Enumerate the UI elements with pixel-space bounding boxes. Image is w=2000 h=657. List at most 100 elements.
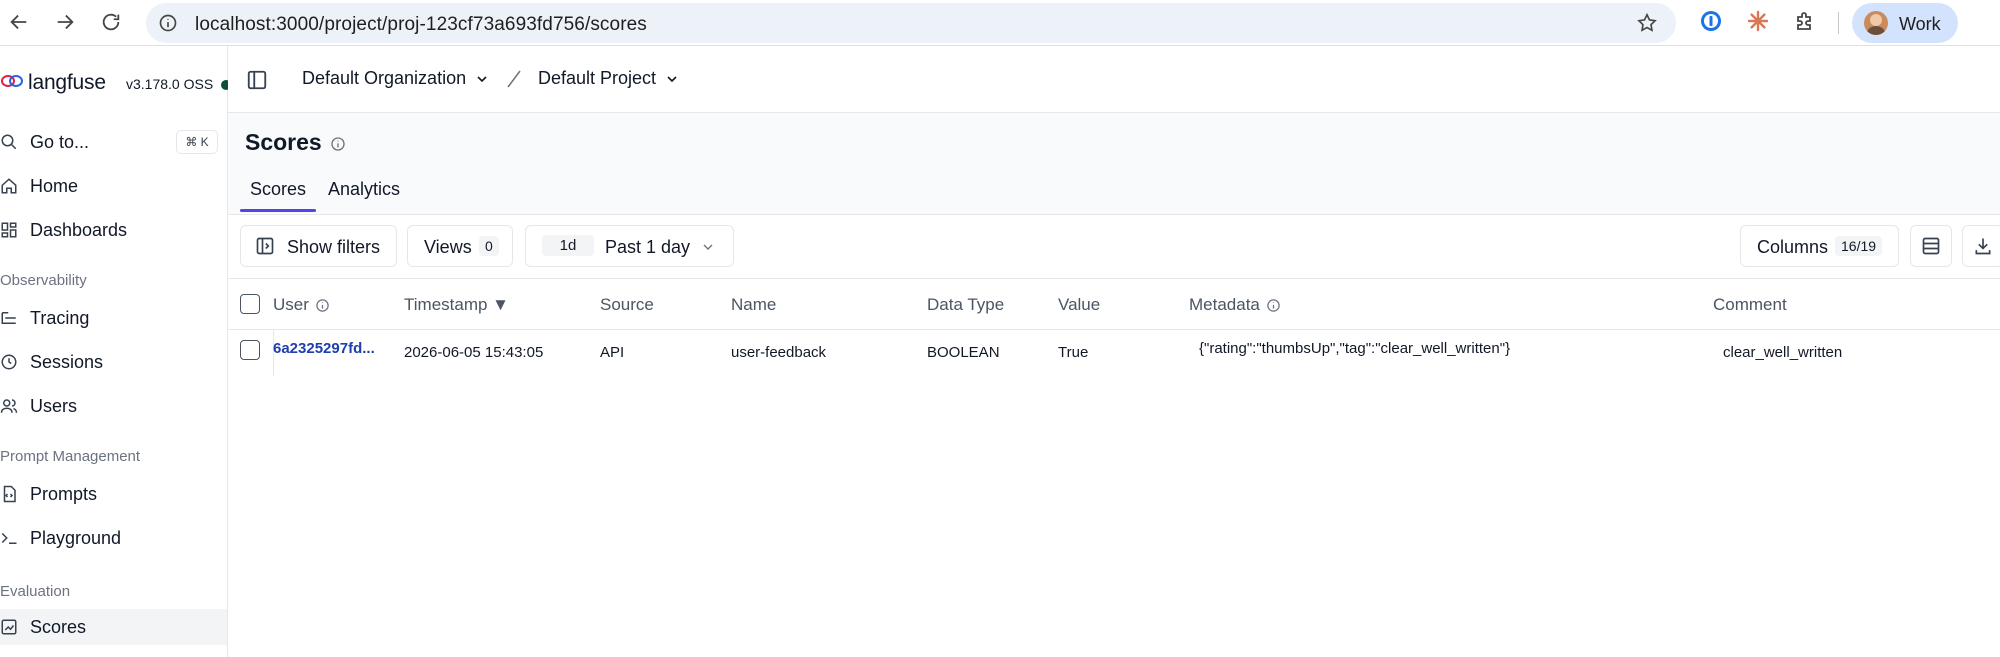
profile-button[interactable]: Work xyxy=(1852,3,1958,43)
sidebar-item-label: Dashboards xyxy=(30,220,128,240)
user-id-link[interactable]: 6a2325297fd... xyxy=(273,340,375,357)
column-header-value[interactable]: Value xyxy=(1058,295,1100,315)
column-header-timestamp[interactable]: Timestamp ▼ xyxy=(404,295,509,315)
table-row[interactable]: 6a2325297fd... 2026-06-05 15:43:05 API u… xyxy=(228,330,2000,376)
sidebar-item-sessions[interactable]: Sessions xyxy=(0,344,227,380)
browser-toolbar: localhost:3000/project/proj-123cf73a693f… xyxy=(0,0,2000,46)
chevron-down-icon xyxy=(664,71,680,87)
sidebar-item-prompts[interactable]: Prompts xyxy=(0,476,227,512)
chevron-down-icon xyxy=(474,71,490,87)
brand-name: langfuse xyxy=(28,71,106,94)
sidebar-item-scores[interactable]: Scores xyxy=(0,609,227,645)
chevron-down-icon xyxy=(700,239,716,255)
column-header-metadata[interactable]: Metadata xyxy=(1189,295,1281,315)
profile-avatar xyxy=(1864,11,1888,35)
sidebar-item-users[interactable]: Users xyxy=(0,388,227,424)
sidebar-item-label: Prompts xyxy=(30,484,98,504)
sidebar: langfuse v3.178.0 OSS Go to... ⌘ K Home … xyxy=(0,46,231,657)
score-icon xyxy=(0,618,18,636)
back-icon[interactable] xyxy=(4,7,34,37)
date-range-label: Past 1 day xyxy=(605,237,691,257)
url-text[interactable]: localhost:3000/project/proj-123cf73a693f… xyxy=(195,14,647,36)
column-header-label: Metadata xyxy=(1189,295,1260,314)
sidebar-item-home[interactable]: Home xyxy=(0,168,227,204)
site-info-icon[interactable] xyxy=(158,13,178,33)
page-title: Scores xyxy=(245,129,322,155)
row-checkbox[interactable] xyxy=(240,340,260,360)
password-manager-extension-icon[interactable] xyxy=(1699,9,1723,33)
row-height-button[interactable] xyxy=(1910,225,1952,267)
views-count-badge: 0 xyxy=(479,236,499,256)
goto-shortcut: ⌘ K xyxy=(176,130,218,154)
section-label-prompt-management: Prompt Management xyxy=(0,448,141,465)
cell-comment: clear_well_written xyxy=(1723,344,1843,361)
row-height-icon xyxy=(1921,236,1941,256)
bookmark-star-icon[interactable] xyxy=(1636,12,1658,34)
file-code-icon xyxy=(0,485,18,503)
dashboard-icon xyxy=(0,221,18,239)
section-label-observability: Observability xyxy=(0,272,87,289)
tab-analytics[interactable]: Analytics xyxy=(328,179,400,200)
column-header-user[interactable]: User xyxy=(273,295,330,315)
tab-scores[interactable]: Scores xyxy=(239,179,317,212)
cell-metadata: {"rating":"thumbsUp","tag":"clear_well_w… xyxy=(1199,340,1511,357)
breadcrumb-separator-icon xyxy=(504,68,524,90)
cell-name: user-feedback xyxy=(731,344,827,361)
views-button[interactable]: Views 0 xyxy=(407,225,513,267)
organization-name: Default Organization xyxy=(302,68,467,88)
reload-icon[interactable] xyxy=(96,7,126,37)
cell-source: API xyxy=(600,344,625,361)
sidebar-item-label: Tracing xyxy=(30,308,90,328)
sidebar-item-label: Playground xyxy=(30,528,122,548)
filter-panel-icon xyxy=(255,236,275,256)
section-label-evaluation: Evaluation xyxy=(0,583,71,600)
sidebar-item-label: Home xyxy=(30,176,79,196)
sidebar-item-label: Users xyxy=(30,396,78,416)
columns-count-badge: 16/19 xyxy=(1835,236,1883,256)
forward-icon[interactable] xyxy=(50,7,80,37)
sidebar-item-tracing[interactable]: Tracing xyxy=(0,300,227,336)
date-range-selector[interactable]: 1d Past 1 day xyxy=(525,225,734,267)
views-label: Views xyxy=(424,237,472,257)
column-header-data-type[interactable]: Data Type xyxy=(927,295,1004,315)
users-icon xyxy=(0,397,18,415)
column-header-comment[interactable]: Comment xyxy=(1713,295,1787,315)
toolbar-divider xyxy=(1838,12,1839,34)
goto-label: Go to... xyxy=(30,132,90,152)
download-button[interactable] xyxy=(1962,225,2000,267)
tracing-icon xyxy=(0,309,18,327)
goto-command[interactable]: Go to... ⌘ K xyxy=(0,124,227,160)
table-header: User Timestamp ▼ Source Name Data Type V… xyxy=(228,278,2000,330)
cell-timestamp: 2026-06-05 15:43:05 xyxy=(404,344,544,361)
download-icon xyxy=(1973,236,1993,256)
sidebar-item-label: Sessions xyxy=(30,352,104,372)
organization-selector[interactable]: Default Organization xyxy=(302,68,490,89)
extensions-puzzle-icon[interactable] xyxy=(1793,9,1817,33)
column-header-name[interactable]: Name xyxy=(731,295,776,315)
address-bar[interactable]: localhost:3000/project/proj-123cf73a693f… xyxy=(146,3,1676,43)
search-icon xyxy=(0,133,18,151)
info-icon[interactable] xyxy=(330,136,346,152)
sidebar-item-playground[interactable]: Playground xyxy=(0,520,227,556)
project-name: Default Project xyxy=(538,68,657,88)
profile-label: Work xyxy=(1899,14,1941,34)
claude-extension-icon[interactable] xyxy=(1746,9,1770,33)
show-filters-button[interactable]: Show filters xyxy=(240,225,397,267)
select-all-checkbox[interactable] xyxy=(240,294,260,314)
page-header: Scores Scores Analytics xyxy=(228,113,2000,215)
terminal-icon xyxy=(0,529,18,547)
sidebar-item-dashboards[interactable]: Dashboards xyxy=(0,212,227,248)
top-header: Default Organization Default Project xyxy=(228,46,2000,113)
main-content: Scores Scores Analytics Show filters Vie… xyxy=(228,113,2000,657)
sidebar-item-label: Scores xyxy=(30,617,87,637)
cell-value: True xyxy=(1058,344,1089,361)
columns-label: Columns xyxy=(1757,237,1829,257)
info-icon xyxy=(1266,298,1281,313)
langfuse-logo-icon xyxy=(0,72,24,90)
sidebar-toggle-icon[interactable] xyxy=(246,69,268,91)
column-header-source[interactable]: Source xyxy=(600,295,654,315)
project-selector[interactable]: Default Project xyxy=(538,68,680,89)
version-label: v3.178.0 OSS xyxy=(126,76,214,92)
date-range-short: 1d xyxy=(542,235,594,256)
columns-button[interactable]: Columns 16/19 xyxy=(1740,225,1899,267)
